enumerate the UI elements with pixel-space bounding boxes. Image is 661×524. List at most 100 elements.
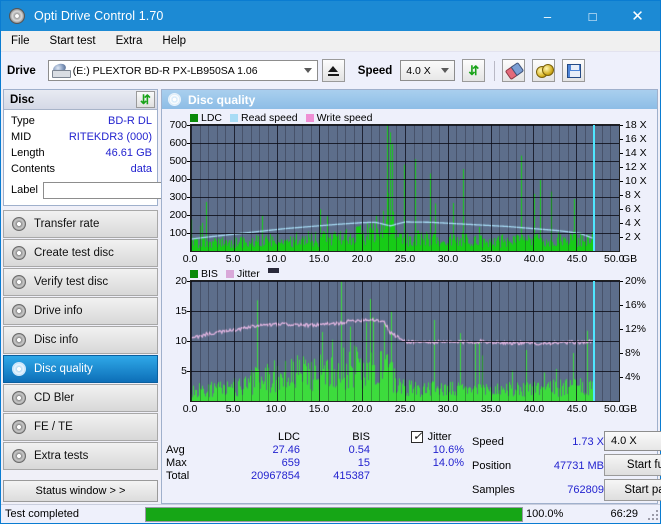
menu-start-test[interactable]: Start test xyxy=(47,34,99,48)
legend-label: Write speed xyxy=(316,111,373,124)
x-tick-label: 35.0 xyxy=(480,253,502,265)
sidebar-item-transfer-rate[interactable]: Transfer rate xyxy=(3,210,158,238)
sidebar-item-label: Create test disc xyxy=(34,247,114,259)
y-tick-label: 500 xyxy=(169,155,187,167)
y2-tick-label: 6 X xyxy=(625,203,641,215)
sidebar-item-create-test-disc[interactable]: Create test disc xyxy=(3,239,158,267)
drive-select[interactable]: (E:) PLEXTOR BD-R PX-LB950SA 1.06 xyxy=(47,60,318,81)
top-chart-plot xyxy=(190,124,620,252)
stats-total-ldc: 20967854 xyxy=(251,470,300,482)
top-chart-right-axis: 2 X 4 X 6 X 8 X 10 X 12 X 14 X 16 X 18 X xyxy=(620,119,657,252)
bottom-plot-row: 5 10 15 20 4% 8% 12% 16% 20% xyxy=(162,275,657,402)
app-icon xyxy=(9,8,25,24)
stats-max-bis: 15 xyxy=(357,457,370,469)
sidebar-item-extra-tests[interactable]: Extra tests xyxy=(3,442,158,470)
disc-icon xyxy=(12,449,26,463)
start-full-button[interactable]: Start full xyxy=(604,454,661,476)
x-tick-label: 30.0 xyxy=(437,403,459,415)
window-controls: – □ ✕ xyxy=(525,1,660,31)
menu-bar: File Start test Extra Help xyxy=(1,31,660,52)
x-axis-unit: GB xyxy=(622,253,638,265)
sidebar-item-cd-bler[interactable]: CD Bler xyxy=(3,384,158,412)
sidebar-item-label: Verify test disc xyxy=(34,276,109,288)
position-cursor xyxy=(593,281,595,401)
sidebar-item-drive-info[interactable]: Drive info xyxy=(3,297,158,325)
panel-header: Disc quality xyxy=(162,90,657,109)
disc-row-contents-key: Contents xyxy=(11,163,56,175)
stats-total-bis: 415387 xyxy=(333,470,370,482)
results-stats: LDC BIS Jitter Avg 27.46 0.54 10.6% Max … xyxy=(162,428,661,503)
disc-icon xyxy=(12,333,26,347)
erase-button[interactable] xyxy=(502,59,526,82)
y-tick-label: 15 xyxy=(175,305,187,317)
resize-grip-icon[interactable] xyxy=(646,508,658,520)
sidebar-item-disc-quality[interactable]: Disc quality xyxy=(3,355,158,383)
jitter-toggle[interactable]: Jitter xyxy=(398,429,464,443)
title-bar: Opti Drive Control 1.70 – □ ✕ xyxy=(1,1,660,31)
legend-item-write-speed: Write speed xyxy=(305,111,373,124)
y2-tick xyxy=(620,125,623,126)
window-title: Opti Drive Control 1.70 xyxy=(34,9,164,23)
minimize-button[interactable]: – xyxy=(525,1,570,31)
disc-icon xyxy=(12,246,26,260)
menu-extra[interactable]: Extra xyxy=(113,34,146,48)
disc-icon xyxy=(12,275,26,289)
x-tick-label: 0.0 xyxy=(182,403,198,415)
y-tick-label: 400 xyxy=(169,173,187,185)
test-speed-select[interactable]: 4.0 X xyxy=(604,431,661,451)
speed-label: Speed xyxy=(357,64,393,77)
refresh-button[interactable]: ⇵ xyxy=(462,59,486,82)
eject-button[interactable] xyxy=(321,59,345,82)
sidebar-item-verify-test-disc[interactable]: Verify test disc xyxy=(3,268,158,296)
refresh-icon: ⇵ xyxy=(468,63,480,78)
sidebar-item-fe-te[interactable]: FE / TE xyxy=(3,413,158,441)
x-tick-label: 45.0 xyxy=(566,253,588,265)
bottom-chart-right-axis: 4% 8% 12% 16% 20% xyxy=(620,275,657,402)
top-chart-y-axis: 100 200 300 400 500 600 700 xyxy=(162,119,190,252)
y2-tick-label: 12 X xyxy=(625,161,647,173)
disc-panel: Disc ⇵ Type BD-R DL MID RITEKDR3 (000) L… xyxy=(3,89,240,206)
start-part-button[interactable]: Start part xyxy=(604,479,661,501)
legend-label: BIS xyxy=(201,267,218,280)
disc-label-key: Label xyxy=(11,184,38,196)
gridline xyxy=(191,143,619,144)
disc-row-length-key: Length xyxy=(11,147,45,159)
disc-row-length: Length 46.61 GB xyxy=(11,145,152,161)
disc-quality-panel: Disc quality LDC Read speed Write speed … xyxy=(161,89,661,504)
y2-tick xyxy=(620,329,623,330)
stats-row-avg-label: Avg xyxy=(166,444,185,456)
y2-tick-label: 8 X xyxy=(625,189,641,201)
disc-refresh-button[interactable]: ⇵ xyxy=(136,91,155,108)
y2-tick xyxy=(620,305,623,306)
speed-select[interactable]: 4.0 X xyxy=(400,60,456,81)
legend-label: Read speed xyxy=(241,111,298,124)
x-tick-label: 15.0 xyxy=(308,253,330,265)
sidebar-item-label: CD Bler xyxy=(34,392,75,404)
y2-tick xyxy=(620,377,623,378)
jitter-label: Jitter xyxy=(427,431,452,443)
maximize-button[interactable]: □ xyxy=(570,1,615,31)
gridline xyxy=(191,125,619,126)
status-window-button[interactable]: Status window > > xyxy=(3,480,158,502)
status-text: Test completed xyxy=(5,508,79,520)
disc-row-contents-value: data xyxy=(130,163,152,175)
drive-toolbar: Drive (E:) PLEXTOR BD-R PX-LB950SA 1.06 … xyxy=(1,52,660,89)
bottom-chart-legend: BIS Jitter xyxy=(162,267,657,280)
x-tick-label: 35.0 xyxy=(480,403,502,415)
y-tick-label: 200 xyxy=(169,209,187,221)
gold-disc-button[interactable] xyxy=(532,59,556,82)
y2-tick-label: 2 X xyxy=(625,231,641,243)
disc-icon xyxy=(12,304,26,318)
progress-bar xyxy=(145,506,523,522)
stats-avg-ldc: 27.46 xyxy=(272,444,300,456)
close-button[interactable]: ✕ xyxy=(615,1,660,31)
menu-file[interactable]: File xyxy=(8,34,33,48)
save-button[interactable] xyxy=(562,59,586,82)
top-plot-row: 100 200 300 400 500 600 700 2 X 4 X 6 X 8 X 10 X 12… xyxy=(162,119,657,252)
menu-help[interactable]: Help xyxy=(159,34,189,48)
toolbar-divider xyxy=(494,60,496,81)
disc-row-type-key: Type xyxy=(11,115,35,127)
sidebar-item-disc-info[interactable]: Disc info xyxy=(3,326,158,354)
y2-tick-label: 4 X xyxy=(625,217,641,229)
y2-tick xyxy=(620,209,623,210)
